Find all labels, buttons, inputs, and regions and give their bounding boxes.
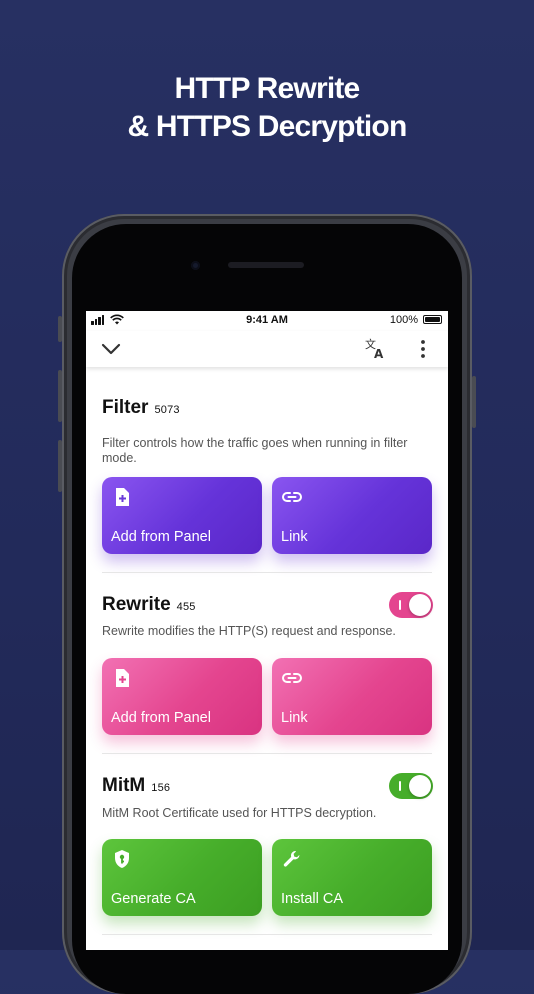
button-label: Link — [281, 529, 308, 545]
button-label: Link — [281, 710, 308, 726]
rewrite-link-button[interactable]: Link — [272, 658, 432, 735]
rewrite-count: 455 — [176, 601, 196, 613]
headline-line-1: HTTP Rewrite — [174, 72, 361, 105]
filter-link-button[interactable]: Link — [272, 477, 432, 554]
button-label: Add from Panel — [111, 529, 211, 545]
link-icon — [282, 673, 302, 683]
section-title: MitM 156 — [102, 775, 170, 797]
translate-icon[interactable]: 文 A — [363, 337, 387, 361]
button-label: Generate CA — [111, 891, 196, 907]
button-label: Add from Panel — [111, 710, 211, 726]
more-vertical-icon[interactable] — [411, 337, 435, 361]
filter-count: 5073 — [154, 404, 180, 416]
headline-line-2: & HTTPS Decryption — [127, 110, 408, 143]
rewrite-toggle[interactable] — [389, 592, 433, 618]
section-divider — [102, 934, 432, 935]
chevron-down-icon[interactable] — [99, 337, 123, 361]
rewrite-add-from-panel-button[interactable]: Add from Panel — [102, 658, 262, 735]
mute-switch — [58, 316, 62, 342]
headline: HTTP Rewrite & HTTPS Decryption — [0, 70, 534, 146]
earpiece-speaker — [228, 262, 304, 268]
generate-ca-button[interactable]: Generate CA — [102, 839, 262, 916]
file-add-icon — [116, 488, 129, 506]
section-title: Filter 5073 — [102, 397, 180, 419]
mitm-description: MitM Root Certificate used for HTTPS dec… — [102, 806, 377, 820]
section-title: Rewrite 455 — [102, 594, 196, 616]
section-divider — [102, 572, 432, 573]
battery-icon — [423, 315, 442, 324]
volume-down-button — [58, 440, 62, 492]
button-label: Install CA — [281, 891, 344, 907]
mitm-toggle[interactable] — [389, 773, 433, 799]
file-add-icon — [116, 669, 129, 687]
front-camera — [191, 261, 200, 270]
status-bar: 9:41 AM 100% — [86, 311, 448, 331]
toolbar: 文 A — [86, 331, 448, 367]
link-icon — [282, 492, 302, 502]
shield-key-icon — [115, 850, 129, 868]
mitm-count: 156 — [151, 782, 171, 794]
mitm-title: MitM — [102, 775, 146, 796]
app-screen: 9:41 AM 100% 文 A Filter 5073 Filter contr… — [86, 311, 448, 950]
install-ca-button[interactable]: Install CA — [272, 839, 432, 916]
rewrite-title: Rewrite — [102, 594, 171, 615]
filter-title: Filter — [102, 397, 149, 418]
power-button — [472, 376, 476, 428]
wrench-icon — [283, 850, 300, 867]
section-divider — [102, 753, 432, 754]
battery-percent: 100% — [389, 314, 418, 326]
filter-add-from-panel-button[interactable]: Add from Panel — [102, 477, 262, 554]
svg-text:A: A — [374, 347, 384, 361]
rewrite-description: Rewrite modifies the HTTP(S) request and… — [102, 624, 396, 638]
filter-description: Filter controls how the traffic goes whe… — [102, 436, 408, 465]
volume-up-button — [58, 370, 62, 422]
